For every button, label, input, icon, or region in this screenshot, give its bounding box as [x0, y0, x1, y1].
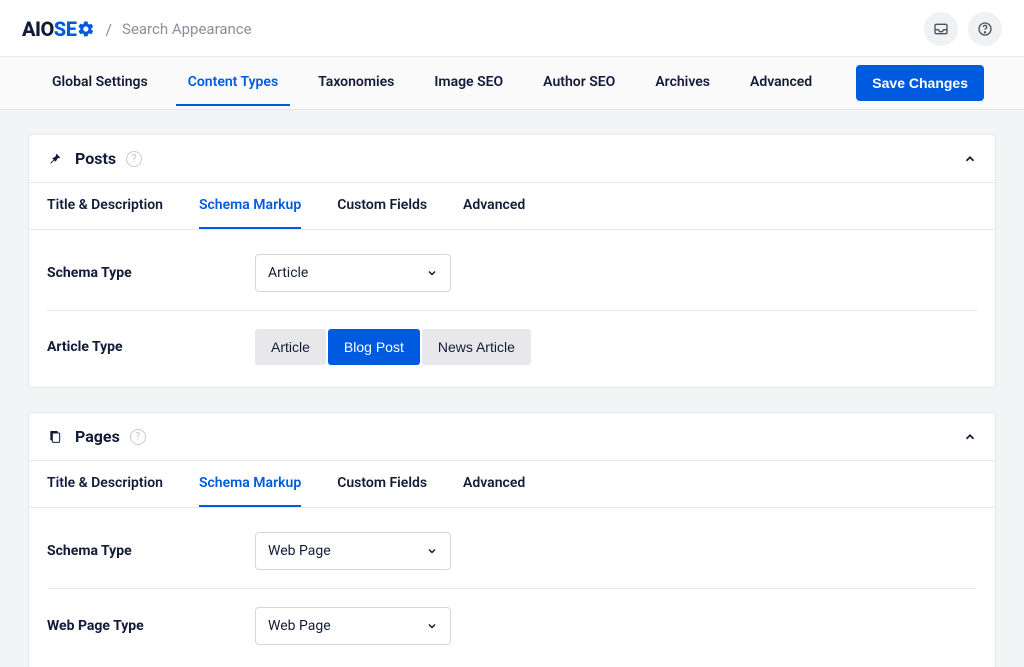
web-page-type-row: Web Page Type Web Page — [47, 589, 977, 649]
logo-seo: SE — [54, 17, 96, 41]
tab-advanced[interactable]: Advanced — [738, 60, 824, 106]
chevron-down-icon — [426, 545, 438, 557]
schema-type-select[interactable]: Article — [255, 254, 451, 292]
subtab-advanced[interactable]: Advanced — [463, 183, 525, 229]
web-page-type-value: Web Page — [268, 618, 331, 634]
collapse-toggle[interactable] — [963, 430, 977, 444]
segment-news-article[interactable]: News Article — [422, 329, 531, 365]
pin-icon — [47, 151, 63, 167]
subtab-custom-fields[interactable]: Custom Fields — [337, 461, 427, 507]
collapse-toggle[interactable] — [963, 152, 977, 166]
article-type-label: Article Type — [47, 339, 255, 355]
save-button[interactable]: Save Changes — [856, 65, 984, 101]
notifications-button[interactable] — [924, 12, 958, 46]
tab-content-types[interactable]: Content Types — [176, 60, 290, 106]
tab-image-seo[interactable]: Image SEO — [422, 60, 515, 106]
help-button[interactable] — [968, 12, 1002, 46]
schema-type-row: Schema Type Article — [47, 236, 977, 311]
chevron-down-icon — [426, 620, 438, 632]
schema-type-value: Article — [268, 265, 308, 281]
help-icon — [977, 21, 993, 37]
tab-archives[interactable]: Archives — [643, 60, 722, 106]
schema-type-row: Schema Type Web Page — [47, 514, 977, 589]
schema-type-label: Schema Type — [47, 265, 255, 281]
chevron-down-icon — [426, 267, 438, 279]
subtab-title-description[interactable]: Title & Description — [47, 183, 163, 229]
tab-author-seo[interactable]: Author SEO — [531, 60, 627, 106]
schema-type-label: Schema Type — [47, 543, 255, 559]
chevron-up-icon — [963, 430, 977, 444]
web-page-type-select[interactable]: Web Page — [255, 607, 451, 645]
subtab-advanced[interactable]: Advanced — [463, 461, 525, 507]
help-icon[interactable]: ? — [130, 429, 146, 445]
posts-card: Posts ? Title & Description Schema Marku… — [28, 134, 996, 388]
logo[interactable]: AIO SE — [22, 17, 95, 41]
posts-card-header: Posts ? — [29, 135, 995, 183]
logo-aio: AIO — [22, 17, 54, 41]
segment-article[interactable]: Article — [255, 329, 326, 365]
article-type-segments: Article Blog Post News Article — [255, 329, 977, 365]
pages-title: Pages — [75, 427, 120, 446]
subtab-schema-markup[interactable]: Schema Markup — [199, 461, 301, 507]
inbox-icon — [933, 21, 949, 37]
help-icon[interactable]: ? — [126, 151, 142, 167]
pages-icon — [47, 429, 63, 445]
posts-title: Posts — [75, 149, 116, 168]
subtab-title-description[interactable]: Title & Description — [47, 461, 163, 507]
chevron-up-icon — [963, 152, 977, 166]
posts-subtabs: Title & Description Schema Markup Custom… — [29, 183, 995, 230]
pages-card: Pages ? Title & Description Schema Marku… — [28, 412, 996, 667]
pages-card-header: Pages ? — [29, 413, 995, 461]
page-body: Posts ? Title & Description Schema Marku… — [0, 110, 1024, 667]
main-tabs: Global Settings Content Types Taxonomies… — [0, 57, 1024, 110]
tab-global-settings[interactable]: Global Settings — [40, 60, 160, 106]
pages-subtabs: Title & Description Schema Markup Custom… — [29, 461, 995, 508]
tab-taxonomies[interactable]: Taxonomies — [306, 60, 406, 106]
schema-type-value: Web Page — [268, 543, 331, 559]
breadcrumb: Search Appearance — [122, 20, 252, 38]
breadcrumb-sep: / — [105, 20, 112, 39]
top-bar: AIO SE / Search Appearance — [0, 0, 1024, 57]
subtab-custom-fields[interactable]: Custom Fields — [337, 183, 427, 229]
schema-type-select[interactable]: Web Page — [255, 532, 451, 570]
gear-icon — [77, 20, 95, 38]
subtab-schema-markup[interactable]: Schema Markup — [199, 183, 301, 229]
web-page-type-label: Web Page Type — [47, 618, 255, 634]
segment-blog-post[interactable]: Blog Post — [328, 329, 420, 365]
article-type-row: Article Type Article Blog Post News Arti… — [47, 311, 977, 369]
